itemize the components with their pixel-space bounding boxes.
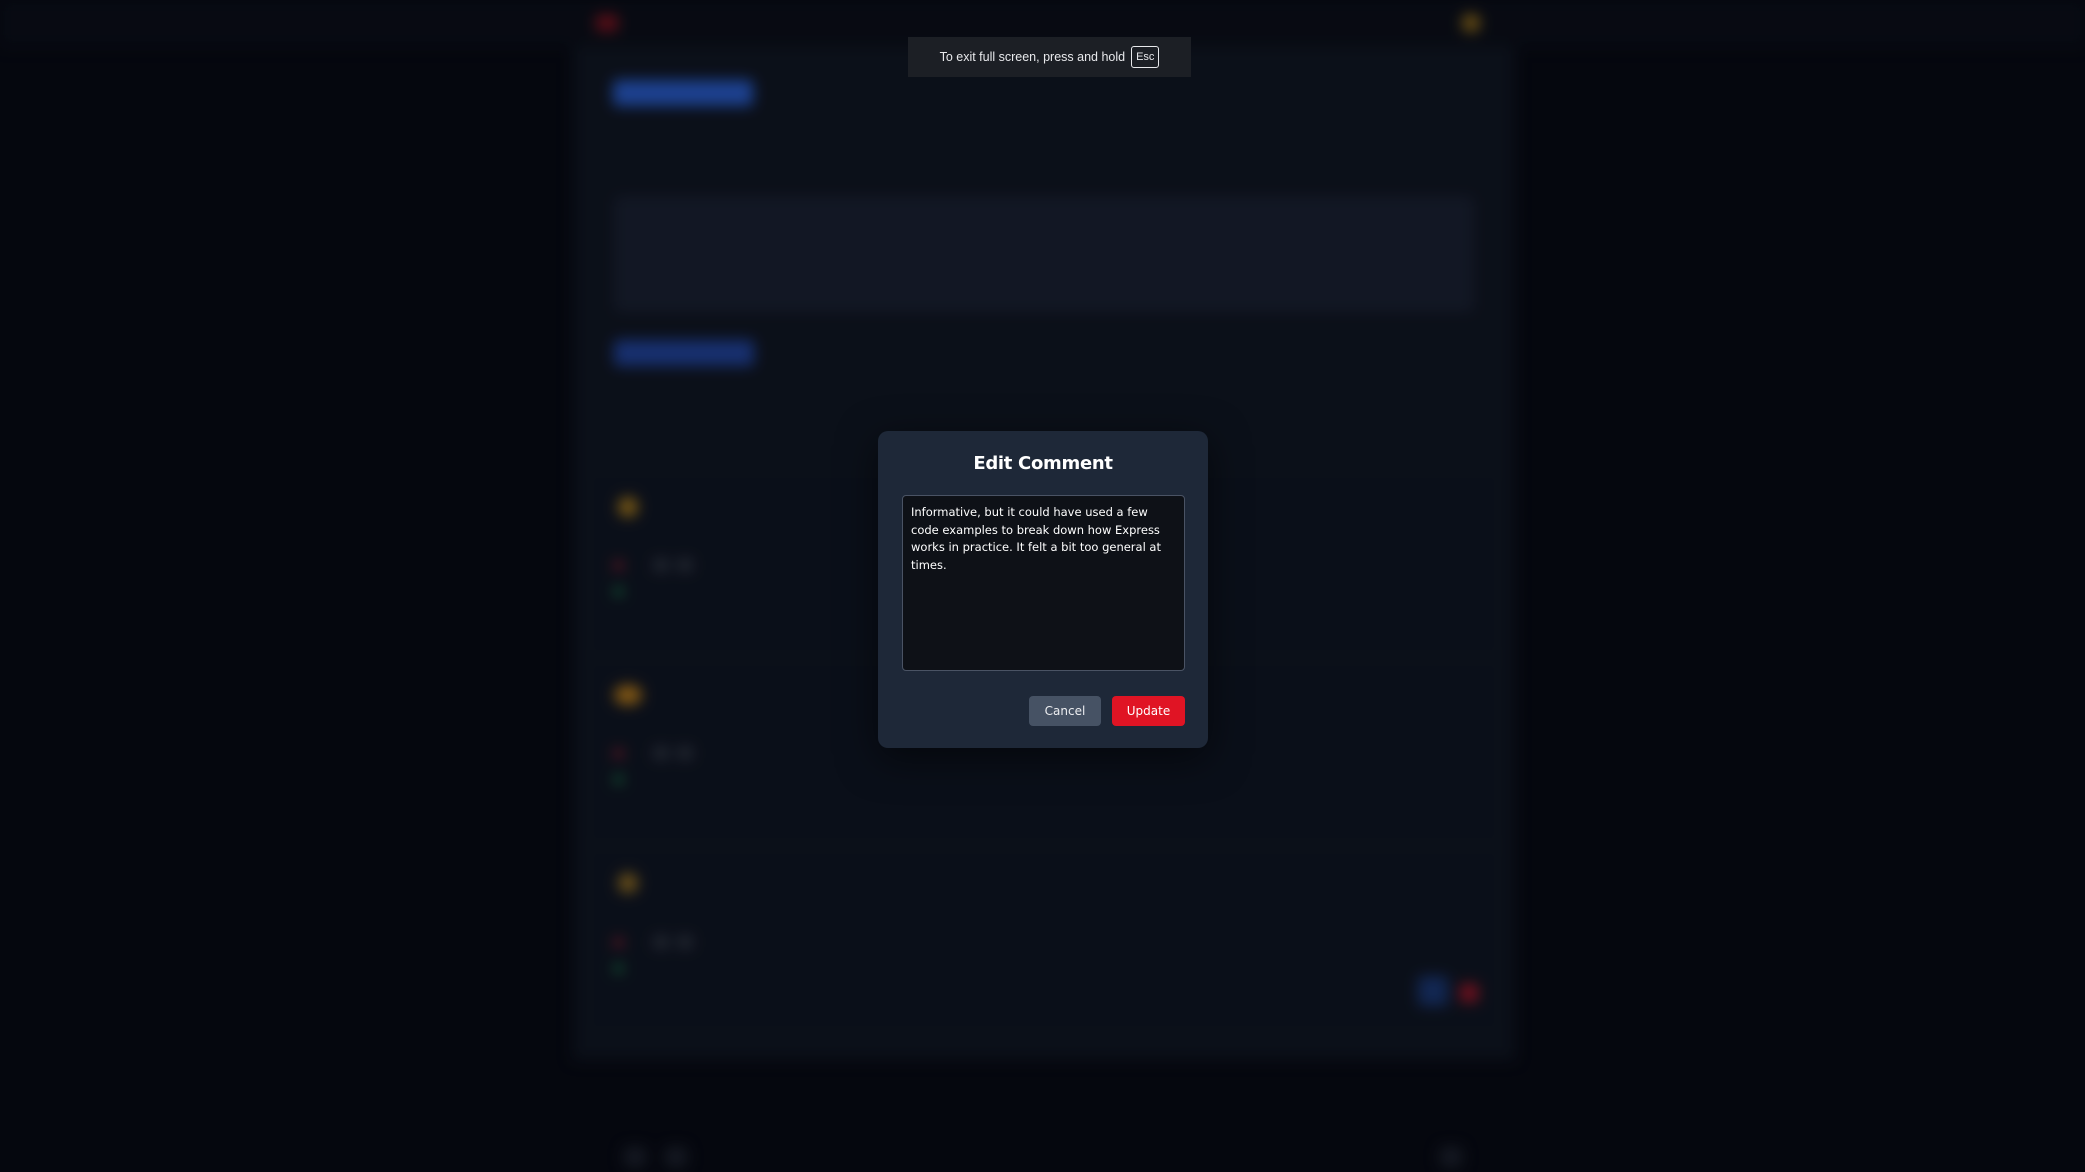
esc-key-badge: Esc (1131, 46, 1160, 68)
cancel-button[interactable]: Cancel (1029, 696, 1101, 726)
fullscreen-notice-text: To exit full screen, press and hold (939, 50, 1126, 64)
fullscreen-notice: To exit full screen, press and hold Esc (908, 37, 1191, 77)
comment-edit-textarea[interactable]: Informative, but it could have used a fe… (902, 495, 1185, 671)
edit-comment-dialog: Edit Comment Informative, but it could h… (878, 431, 1208, 748)
screen: To exit full screen, press and hold Esc … (0, 0, 2085, 1172)
update-button[interactable]: Update (1112, 696, 1185, 726)
dialog-title: Edit Comment (973, 453, 1113, 474)
